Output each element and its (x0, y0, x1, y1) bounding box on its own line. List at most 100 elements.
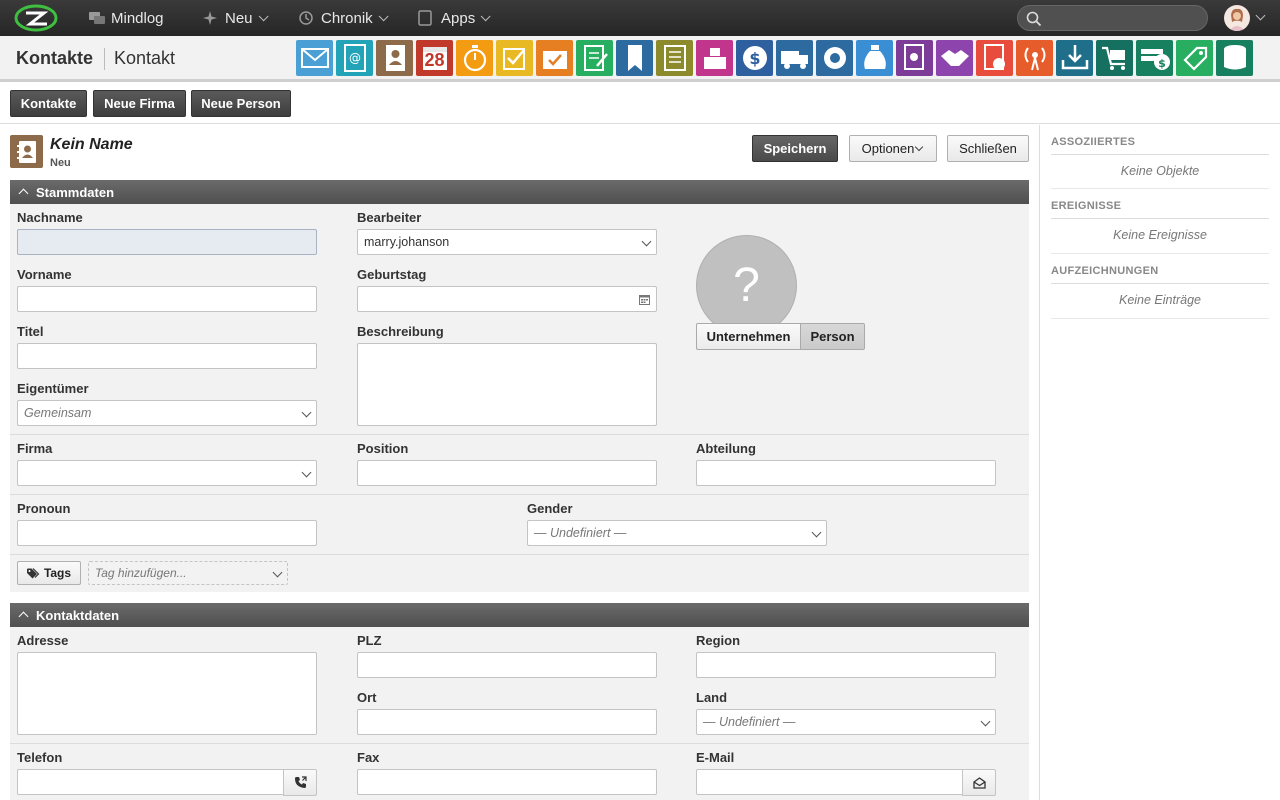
neu-menu[interactable]: Neu (202, 0, 269, 36)
mindlog-menu[interactable]: Mindlog (88, 0, 164, 36)
beschreibung-textarea[interactable] (357, 343, 657, 426)
kontakte-button[interactable]: Kontakte (10, 90, 87, 117)
ort-input[interactable] (357, 709, 657, 735)
type-option-unternehmen[interactable]: Unternehmen (696, 323, 801, 350)
abteilung-label: Abteilung (696, 441, 756, 456)
close-button[interactable]: Schließen (947, 135, 1029, 162)
position-input[interactable] (357, 460, 657, 486)
fax-input[interactable] (357, 769, 657, 795)
sidebar-title-events: EREIGNISSE (1051, 200, 1122, 212)
broadcast-app-icon[interactable] (1016, 40, 1053, 76)
email-address-app-icon[interactable]: @ (336, 40, 373, 76)
database-app-icon[interactable] (1216, 40, 1253, 76)
divider (1051, 253, 1269, 254)
beschreibung-label: Beschreibung (357, 324, 444, 339)
eigentuemer-value: Gemeinsam (24, 406, 92, 420)
call-button[interactable] (283, 769, 317, 796)
record-title: Kein Name (50, 136, 133, 153)
titel-input[interactable] (17, 343, 317, 369)
stammdaten-body: Nachname Vorname Titel Eigentümer Gemein… (10, 204, 1029, 592)
chevron-down-icon (301, 467, 312, 478)
handshake-app-icon[interactable] (936, 40, 973, 76)
calendar-day-number: 28 (424, 50, 445, 70)
contacts-app-icon[interactable] (376, 40, 413, 76)
user-avatar[interactable] (1224, 5, 1250, 31)
tablet-icon (418, 10, 434, 26)
email-label: E-Mail (696, 750, 735, 765)
contract-app-icon[interactable] (896, 40, 933, 76)
mindlog-label: Mindlog (111, 9, 164, 27)
section-header-stammdaten[interactable]: Stammdaten (10, 180, 1029, 204)
divider (10, 434, 1029, 435)
adresse-textarea[interactable] (17, 652, 317, 735)
firma-label: Firma (17, 441, 53, 456)
options-button[interactable]: Optionen (849, 135, 937, 162)
mail-app-icon[interactable] (296, 40, 333, 76)
compose-email-button[interactable] (962, 769, 996, 796)
apps-menu[interactable]: Apps (418, 0, 491, 36)
delivery-app-icon[interactable] (776, 40, 813, 76)
zimbra-logo-icon[interactable] (14, 4, 58, 32)
notes-app-icon[interactable] (576, 40, 613, 76)
eigentuemer-select[interactable]: Gemeinsam (17, 400, 317, 426)
download-app-icon[interactable] (1056, 40, 1093, 76)
calendar-app-icon[interactable]: 28 (416, 40, 453, 76)
chevron-down-icon (641, 236, 652, 247)
vorname-input[interactable] (17, 286, 317, 312)
save-button[interactable]: Speichern (752, 135, 838, 162)
search-icon (1026, 11, 1042, 27)
global-search-input[interactable] (1017, 5, 1208, 31)
sidebar-title-associated: ASSOZIIERTES (1051, 136, 1136, 148)
divider (10, 494, 1029, 495)
adresse-label: Adresse (17, 633, 69, 648)
chevron-down-icon (301, 407, 312, 418)
support-app-icon[interactable] (816, 40, 853, 76)
divider (1051, 154, 1269, 155)
gender-select[interactable]: — Undefiniert — (527, 520, 827, 546)
chevron-down-icon[interactable] (1255, 10, 1266, 21)
money-bag-app-icon[interactable] (856, 40, 893, 76)
email-input[interactable] (696, 769, 963, 795)
geburtstag-label: Geburtstag (357, 267, 427, 282)
neu-label: Neu (225, 9, 253, 27)
cart-app-icon[interactable] (1096, 40, 1133, 76)
breadcrumb-kontakte[interactable]: Kontakte (16, 48, 93, 69)
bearbeiter-label: Bearbeiter (357, 210, 422, 225)
finance-app-icon[interactable]: $ (736, 40, 773, 76)
tag-icon (26, 567, 40, 578)
chronik-menu[interactable]: Chronik (298, 0, 389, 36)
plz-input[interactable] (357, 652, 657, 678)
chevron-down-icon (378, 10, 389, 21)
record-form: Kein Name Neu Speichern Optionen Schließ… (0, 125, 1040, 800)
neue-firma-button[interactable]: Neue Firma (93, 90, 186, 117)
tasks-app-icon[interactable] (496, 40, 533, 76)
tag-add-input[interactable]: Tag hinzufügen... (88, 561, 288, 585)
chevron-down-icon (258, 10, 269, 21)
firma-select[interactable] (17, 460, 317, 486)
type-option-person[interactable]: Person (800, 323, 865, 350)
region-label: Region (696, 633, 741, 648)
nachname-input[interactable] (17, 229, 317, 255)
pronoun-label: Pronoun (17, 501, 71, 516)
pdf-app-icon[interactable] (976, 40, 1013, 76)
price-tag-app-icon[interactable] (1176, 40, 1213, 76)
region-input[interactable] (696, 652, 996, 678)
projects-app-icon[interactable] (536, 40, 573, 76)
telefon-input[interactable] (17, 769, 284, 795)
cash-app-icon[interactable]: $ (1136, 40, 1173, 76)
land-select[interactable]: — Undefiniert — (696, 709, 996, 735)
geburtstag-input[interactable] (357, 286, 657, 312)
pronoun-input[interactable] (17, 520, 317, 546)
neue-person-button[interactable]: Neue Person (191, 90, 291, 117)
abteilung-input[interactable] (696, 460, 996, 486)
section-header-kontaktdaten[interactable]: Kontaktdaten (10, 603, 1029, 627)
shop-app-icon[interactable] (696, 40, 733, 76)
timer-app-icon[interactable] (456, 40, 493, 76)
bearbeiter-select[interactable]: marry.johanson (357, 229, 657, 255)
bookmarks-app-icon[interactable] (616, 40, 653, 76)
documents-app-icon[interactable] (656, 40, 693, 76)
sidebar-empty-associated: Keine Objekte (1120, 164, 1200, 178)
contact-photo-placeholder[interactable]: ? (696, 235, 797, 336)
calendar-icon[interactable] (639, 294, 650, 305)
tags-button[interactable]: Tags (17, 561, 81, 585)
